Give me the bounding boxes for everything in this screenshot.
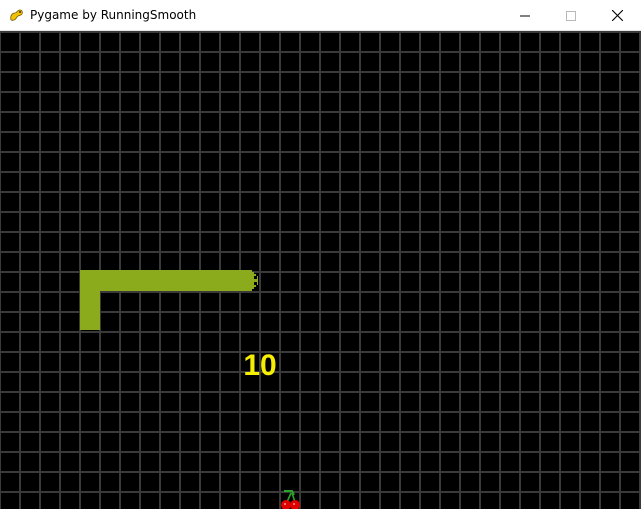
close-button[interactable] (594, 0, 640, 31)
maximize-button[interactable] (548, 0, 594, 31)
minimize-icon (520, 15, 530, 16)
snake-body-horizontal (80, 270, 242, 291)
maximize-icon (566, 10, 576, 21)
score-display: 10 (243, 349, 277, 382)
window-title: Pygame by RunningSmooth (30, 8, 197, 22)
pygame-snake-icon (10, 9, 23, 21)
window-titlebar[interactable]: Pygame by RunningSmooth (0, 0, 641, 31)
cherry-icon (281, 490, 300, 509)
minimize-button[interactable] (502, 0, 548, 31)
snake-head (240, 270, 258, 291)
game-board[interactable]: 10 (0, 31, 641, 509)
close-icon (611, 10, 623, 21)
